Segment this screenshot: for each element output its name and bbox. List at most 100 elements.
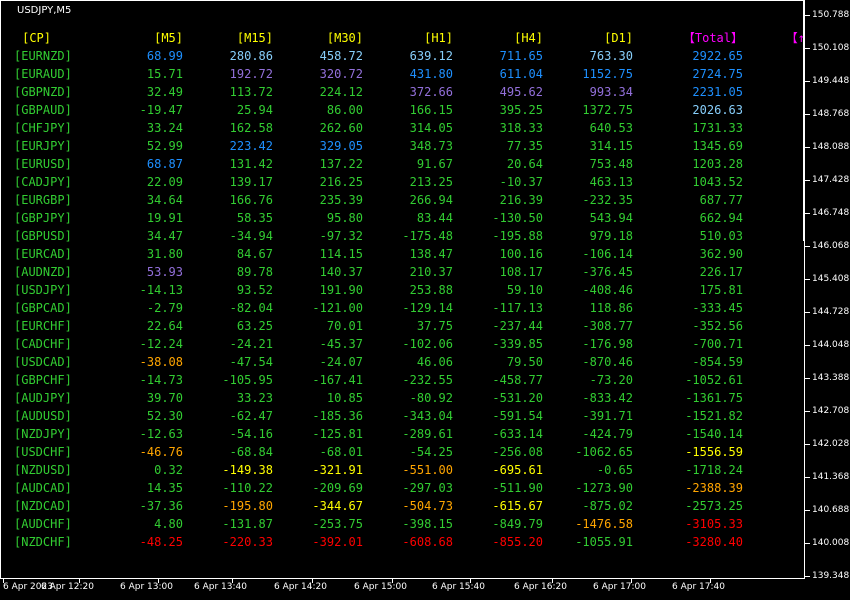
- strength-value: 25.94: [236, 103, 273, 117]
- strength-value: -97.32: [319, 229, 363, 243]
- strength-value: -1062.65: [575, 445, 633, 459]
- strength-value: 362.90: [699, 247, 743, 261]
- strength-value: -1476.58: [575, 517, 633, 531]
- strength-value: -12.24: [139, 337, 183, 351]
- strength-value: 753.48: [589, 157, 633, 171]
- strength-value: 137.22: [319, 157, 363, 171]
- strength-value: 253.88: [409, 283, 453, 297]
- strength-value: 83.44: [416, 211, 453, 225]
- strength-value: 543.94: [589, 211, 633, 225]
- strength-value: -333.45: [692, 301, 743, 315]
- pair-label: [GBPNZD]: [14, 85, 72, 99]
- strength-value: 993.34: [589, 85, 633, 99]
- pair-label: [GBPAUD]: [14, 103, 72, 117]
- column-header: 【Total】: [682, 31, 743, 45]
- strength-value: 53.93: [146, 265, 183, 279]
- price-label: 141.368: [812, 472, 850, 482]
- strength-value: 22.64: [146, 319, 183, 333]
- strength-value: 131.42: [229, 157, 273, 171]
- strength-value: 37.75: [416, 319, 453, 333]
- time-label: 6 Apr 13:00: [120, 582, 173, 592]
- column-header: [D1]: [604, 31, 633, 45]
- strength-value: 32.49: [146, 85, 183, 99]
- price-label: 143.388: [812, 373, 850, 383]
- strength-value: 329.05: [319, 139, 363, 153]
- price-label: 146.068: [812, 241, 850, 251]
- strength-value: 20.64: [506, 157, 543, 171]
- time-label: 6 Apr 12:20: [41, 582, 94, 592]
- strength-value: 763.30: [589, 49, 633, 63]
- strength-value: 213.25: [409, 175, 453, 189]
- strength-value: -1055.91: [575, 535, 633, 549]
- strength-value: 33.24: [146, 121, 183, 135]
- strength-value: -54.16: [229, 427, 273, 441]
- strength-value: -3280.40: [685, 535, 743, 549]
- strength-value: -511.90: [492, 481, 543, 495]
- price-label: 142.028: [812, 439, 850, 449]
- strength-value: -105.95: [222, 373, 273, 387]
- strength-value: 224.12: [319, 85, 363, 99]
- pair-label: [AUDJPY]: [14, 391, 72, 405]
- strength-value: -68.84: [229, 445, 273, 459]
- strength-value: 191.90: [319, 283, 363, 297]
- strength-value: -1521.82: [685, 409, 743, 423]
- price-label: 148.088: [812, 142, 850, 152]
- strength-value: -237.44: [492, 319, 543, 333]
- price-label: 146.748: [812, 208, 850, 218]
- strength-value: 19.91: [146, 211, 183, 225]
- strength-value: -870.46: [582, 355, 633, 369]
- price-tick: [805, 114, 810, 115]
- pair-label: [AUDNZD]: [14, 265, 72, 279]
- strength-value: -34.94: [229, 229, 273, 243]
- pair-label: [AUDCAD]: [14, 481, 72, 495]
- strength-value: -73.20: [589, 373, 633, 387]
- pair-label: [NZDUSD]: [14, 463, 72, 477]
- price-tick: [805, 411, 810, 412]
- pair-label: [AUDUSD]: [14, 409, 72, 423]
- strength-value: 2231.05: [692, 85, 743, 99]
- strength-value: -110.22: [222, 481, 273, 495]
- time-label: 6 Apr 15:40: [432, 582, 485, 592]
- price-label: 142.708: [812, 406, 850, 416]
- strength-value: -2.79: [146, 301, 183, 315]
- strength-value: -19.47: [139, 103, 183, 117]
- strength-value: -232.55: [402, 373, 453, 387]
- strength-value: -37.36: [139, 499, 183, 513]
- strength-value: 2724.75: [692, 67, 743, 81]
- strength-value: -531.20: [492, 391, 543, 405]
- strength-value: -352.56: [692, 319, 743, 333]
- strength-value: -700.71: [692, 337, 743, 351]
- strength-value: 46.06: [416, 355, 453, 369]
- strength-value: 140.37: [319, 265, 363, 279]
- strength-value: 687.77: [699, 193, 743, 207]
- price-tick: [805, 180, 810, 181]
- strength-value: 372.66: [409, 85, 453, 99]
- strength-value: -849.79: [492, 517, 543, 531]
- strength-value: 86.00: [326, 103, 363, 117]
- strength-value: -289.61: [402, 427, 453, 441]
- strength-value: -117.13: [492, 301, 543, 315]
- strength-value: 510.03: [699, 229, 743, 243]
- price-label: 145.408: [812, 274, 850, 284]
- strength-value: -256.08: [492, 445, 543, 459]
- price-tick: [805, 147, 810, 148]
- strength-value: -1718.24: [685, 463, 743, 477]
- strength-value: 166.15: [409, 103, 453, 117]
- strength-value: 31.80: [146, 247, 183, 261]
- strength-value: -167.41: [312, 373, 363, 387]
- column-header: [M30]: [326, 31, 363, 45]
- pair-label: [CADCHF]: [14, 337, 72, 351]
- strength-value: -855.20: [492, 535, 543, 549]
- strength-value: -458.77: [492, 373, 543, 387]
- strength-value: 89.78: [236, 265, 273, 279]
- pair-label: [USDJPY]: [14, 283, 72, 297]
- pair-label: [GBPCHF]: [14, 373, 72, 387]
- price-tick: [805, 48, 810, 49]
- strength-value: 52.99: [146, 139, 183, 153]
- strength-value: -0.65: [596, 463, 633, 477]
- strength-value: -1361.75: [685, 391, 743, 405]
- strength-value: -232.35: [582, 193, 633, 207]
- strength-value: 175.81: [699, 283, 743, 297]
- strength-value: 1345.69: [692, 139, 743, 153]
- strength-value: -551.00: [402, 463, 453, 477]
